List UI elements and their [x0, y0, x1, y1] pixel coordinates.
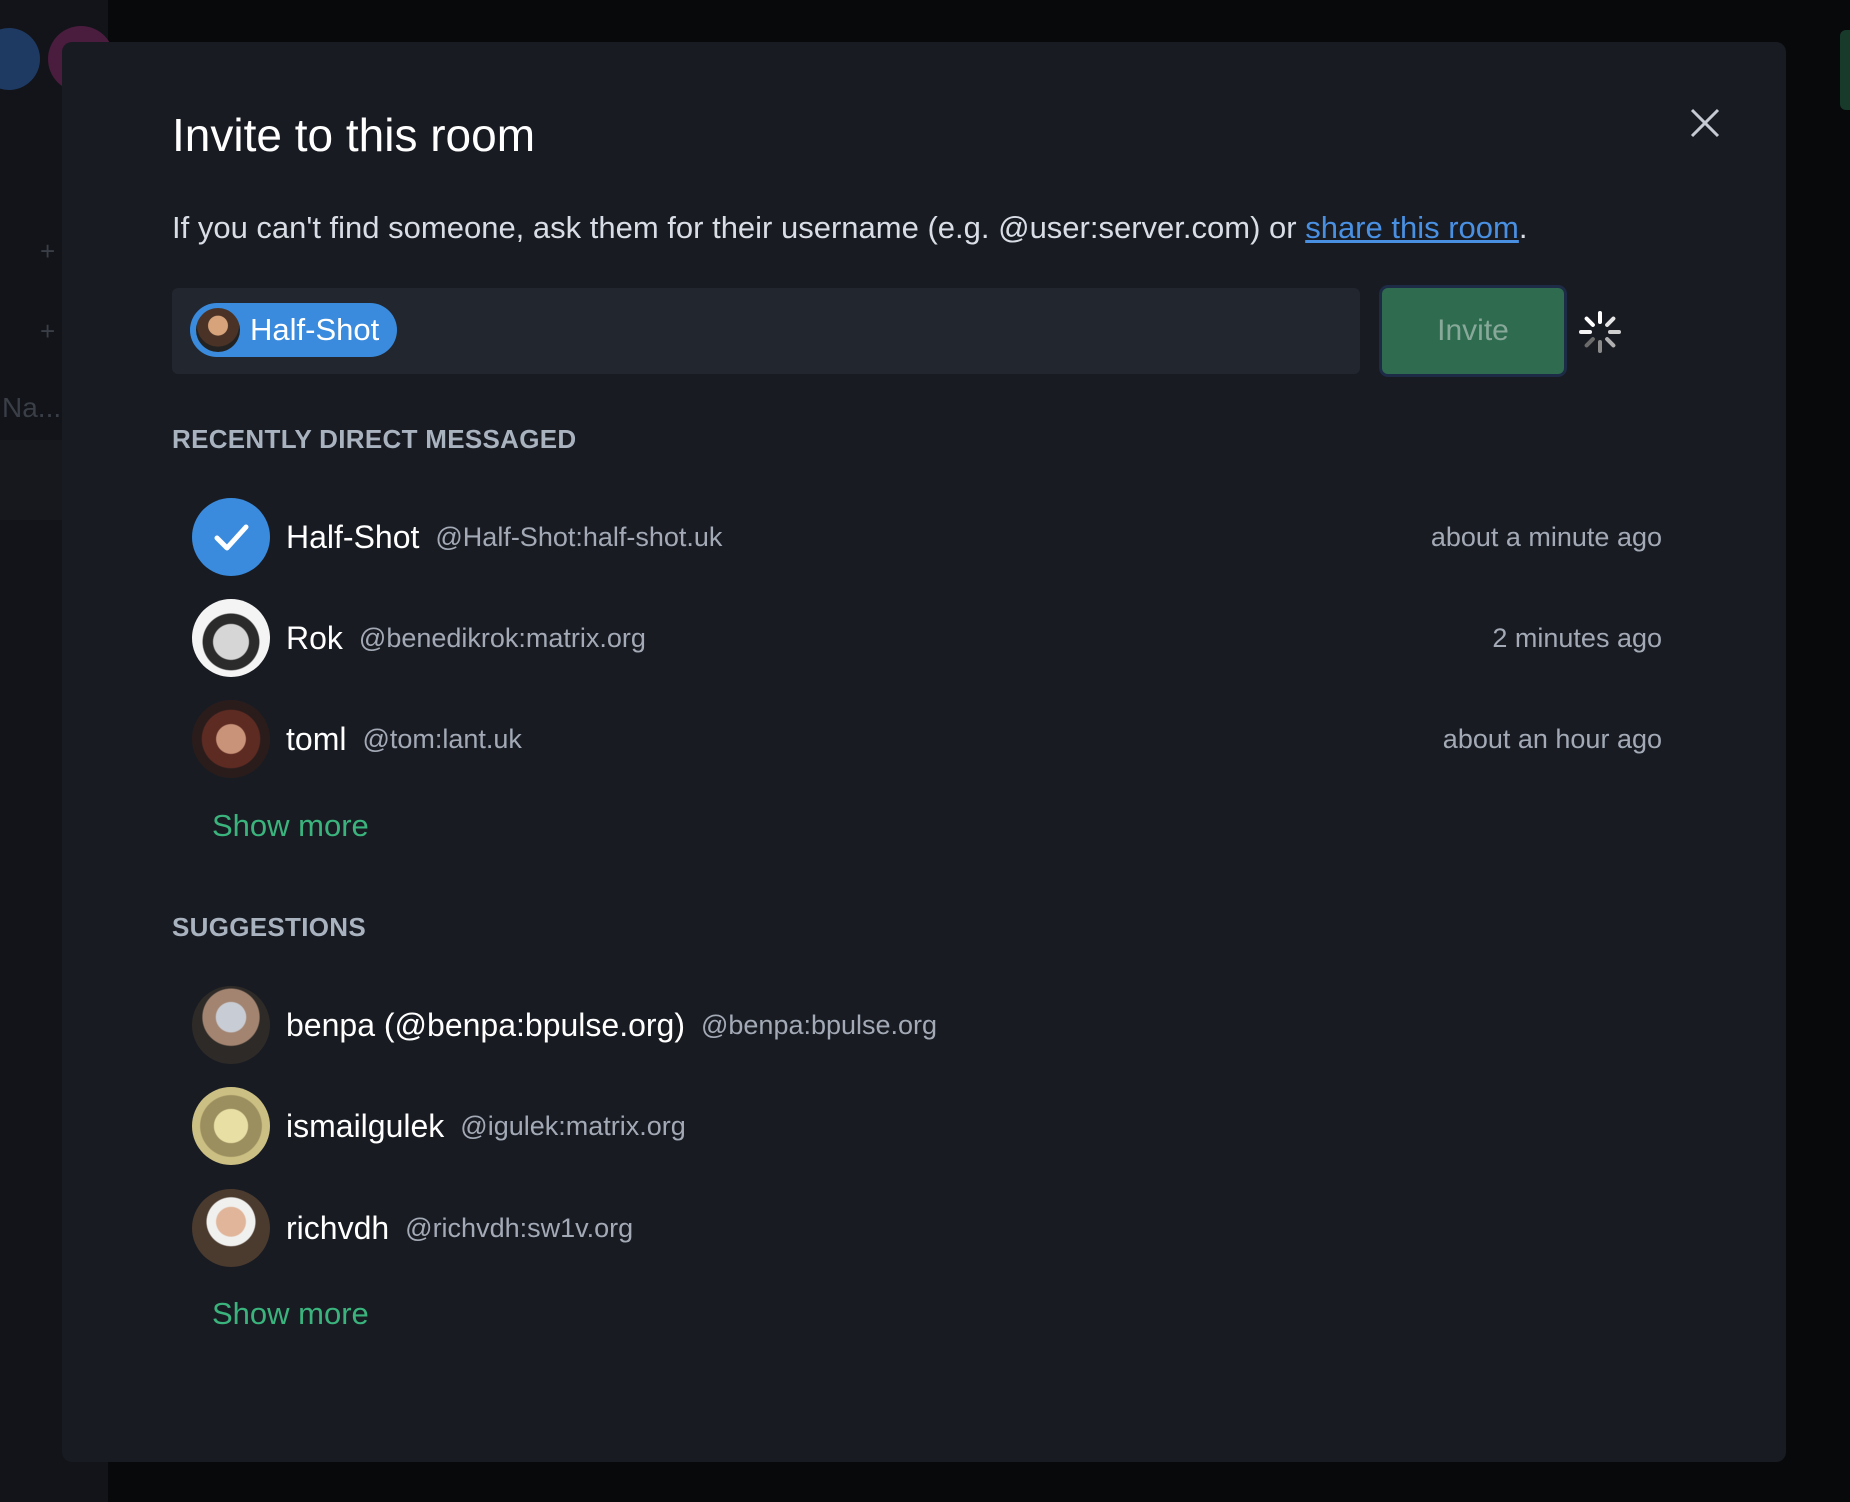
suggestion-row[interactable]: ismailgulek @igulek:matrix.org: [192, 1085, 1662, 1167]
background-plus-icon: +: [40, 236, 56, 266]
suggestion-name: benpa (@benpa:bpulse.org): [286, 1006, 685, 1043]
user-avatar: [192, 1087, 270, 1165]
dialog-subtitle: If you can't find someone, ask them for …: [172, 210, 1527, 246]
recent-heading: RECENTLY DIRECT MESSAGED: [172, 424, 577, 454]
spinner-icon: [1579, 311, 1621, 353]
recent-row[interactable]: Half-Shot @Half-Shot:half-shot.uk about …: [192, 496, 1662, 578]
user-avatar: [192, 1189, 270, 1267]
suggestion-id: @benpa:bpulse.org: [700, 1009, 938, 1040]
close-icon: [1690, 108, 1720, 138]
background-sidebar-text: Na...: [2, 392, 62, 423]
share-room-link[interactable]: share this room: [1305, 210, 1519, 245]
check-icon: [214, 524, 249, 551]
suggestions-show-more[interactable]: Show more: [212, 1296, 369, 1332]
background-green-element: [1840, 30, 1850, 110]
user-avatar: [192, 599, 270, 677]
dialog-title: Invite to this room: [172, 109, 536, 161]
recent-row[interactable]: Rok @benedikrok:matrix.org 2 minutes ago: [192, 597, 1662, 679]
suggestion-name: ismailgulek: [286, 1107, 445, 1144]
user-avatar: [192, 986, 270, 1064]
suggestion-id: @igulek:matrix.org: [460, 1110, 686, 1141]
suggestion-row[interactable]: richvdh @richvdh:sw1v.org: [192, 1187, 1662, 1269]
close-button[interactable]: [1682, 100, 1728, 146]
selected-user-pill[interactable]: Half-Shot: [190, 303, 398, 357]
suggestion-name: richvdh: [286, 1209, 390, 1246]
subtitle-period: .: [1518, 210, 1528, 245]
invite-dialog: Invite to this room If you can't find so…: [62, 42, 1786, 1462]
pill-label: Half-Shot: [250, 312, 380, 347]
recent-row[interactable]: toml @tom:lant.uk about an hour ago: [192, 698, 1662, 780]
background-plus-icon: +: [40, 316, 56, 346]
recent-time: about a minute ago: [1430, 521, 1662, 552]
subtitle-text: If you can't find someone, ask them for …: [172, 210, 1306, 245]
suggestion-row[interactable]: benpa (@benpa:bpulse.org) @benpa:bpulse.…: [192, 984, 1662, 1066]
recent-id: @benedikrok:matrix.org: [358, 622, 646, 653]
recent-time: 2 minutes ago: [1492, 622, 1662, 653]
suggestion-id: @richvdh:sw1v.org: [405, 1212, 634, 1243]
recent-name: Half-Shot: [286, 518, 420, 555]
suggestions-heading: SUGGESTIONS: [172, 912, 366, 942]
recent-name: Rok: [286, 619, 343, 656]
background-space-avatar: [0, 28, 40, 90]
recent-show-more[interactable]: Show more: [212, 808, 369, 844]
pill-avatar: [196, 308, 240, 352]
recent-time: about an hour ago: [1442, 723, 1662, 754]
invite-input-field[interactable]: Half-Shot: [172, 288, 1360, 374]
recent-id: @tom:lant.uk: [362, 723, 522, 754]
recent-name: toml: [286, 720, 347, 757]
invite-button[interactable]: Invite: [1382, 288, 1564, 374]
user-avatar: [192, 700, 270, 778]
recent-id: @Half-Shot:half-shot.uk: [435, 521, 723, 552]
selected-check-avatar: [192, 498, 270, 576]
